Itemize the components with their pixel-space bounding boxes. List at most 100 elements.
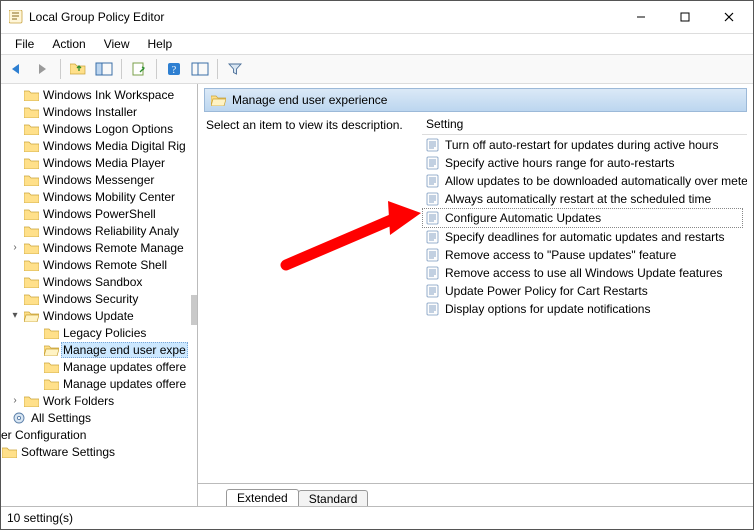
tree-item[interactable]: › Work Folders <box>1 392 197 409</box>
properties-button[interactable] <box>188 57 212 81</box>
tab-extended[interactable]: Extended <box>226 489 299 506</box>
status-text: 10 setting(s) <box>7 511 73 525</box>
tree-item[interactable]: Manage end user expe <box>1 341 197 358</box>
tab-standard[interactable]: Standard <box>298 490 369 506</box>
chevron-right-icon[interactable]: › <box>9 242 21 253</box>
menu-file[interactable]: File <box>7 36 42 52</box>
tree-pane[interactable]: Windows Ink WorkspaceWindows InstallerWi… <box>1 84 198 506</box>
list-item[interactable]: Specify deadlines for automatic updates … <box>422 228 747 246</box>
folder-icon <box>23 207 39 221</box>
tree-item-label: Legacy Policies <box>63 326 146 340</box>
tree-item[interactable]: Windows Logon Options <box>1 120 197 137</box>
menu-help[interactable]: Help <box>140 36 181 52</box>
menubar: File Action View Help <box>1 34 753 54</box>
tree-item-label: Windows Media Player <box>43 156 165 170</box>
tree-item-label: Manage updates offere <box>63 360 186 374</box>
list-item[interactable]: Display options for update notifications <box>422 300 747 318</box>
policy-icon <box>426 156 440 170</box>
description-prompt: Select an item to view its description. <box>206 118 403 132</box>
tree-item[interactable]: Windows Sandbox <box>1 273 197 290</box>
tree-item-label: Windows PowerShell <box>43 207 156 221</box>
app-icon <box>9 10 23 24</box>
tree-item[interactable]: Windows PowerShell <box>1 205 197 222</box>
tree-item[interactable]: › Windows Remote Manage <box>1 239 197 256</box>
forward-button[interactable] <box>31 57 55 81</box>
folder-icon <box>23 275 39 289</box>
tree-item[interactable]: Software Settings <box>1 443 197 460</box>
details-header: Manage end user experience <box>204 88 747 112</box>
tree-item[interactable]: Manage updates offere <box>1 375 197 392</box>
maximize-button[interactable] <box>663 2 707 32</box>
show-hide-tree-button[interactable] <box>92 57 116 81</box>
tree-item[interactable]: Manage updates offere <box>1 358 197 375</box>
tree-item[interactable]: Windows Reliability Analy <box>1 222 197 239</box>
export-button[interactable] <box>127 57 151 81</box>
tree-item-label: Windows Remote Shell <box>43 258 167 272</box>
list-item[interactable]: Configure Automatic Updates <box>422 208 743 228</box>
tree-item[interactable]: Windows Ink Workspace <box>1 86 197 103</box>
back-button[interactable] <box>5 57 29 81</box>
svg-text:?: ? <box>172 65 177 76</box>
window-title: Local Group Policy Editor <box>29 10 164 24</box>
list-item[interactable]: Allow updates to be downloaded automatic… <box>422 172 747 190</box>
list-item[interactable]: Always automatically restart at the sche… <box>422 190 747 208</box>
app-window: Local Group Policy Editor File Action Vi… <box>0 0 754 530</box>
list-item-label: Specify deadlines for automatic updates … <box>445 230 725 244</box>
tree-item[interactable]: Windows Security <box>1 290 197 307</box>
policy-icon <box>426 211 440 225</box>
tree-item-all-settings[interactable]: All Settings <box>1 409 197 426</box>
folder-icon <box>23 309 39 323</box>
policy-icon <box>426 248 440 262</box>
folder-icon <box>23 241 39 255</box>
tree-item[interactable]: Legacy Policies <box>1 324 197 341</box>
column-header-setting[interactable]: Setting <box>422 114 747 135</box>
folder-icon <box>23 190 39 204</box>
list-item[interactable]: Update Power Policy for Cart Restarts <box>422 282 747 300</box>
tree-item-label: Windows Ink Workspace <box>43 88 174 102</box>
up-button[interactable] <box>66 57 90 81</box>
folder-icon <box>43 326 59 340</box>
chevron-down-icon[interactable]: ▾ <box>9 310 21 321</box>
list-item-label: Update Power Policy for Cart Restarts <box>445 284 648 298</box>
tree-item[interactable]: Windows Media Player <box>1 154 197 171</box>
tab-standard-label: Standard <box>309 492 358 506</box>
chevron-right-icon[interactable]: › <box>9 395 21 406</box>
tree-item-label: Windows Update <box>43 309 134 323</box>
minimize-button[interactable] <box>619 2 663 32</box>
list-item[interactable]: Specify active hours range for auto-rest… <box>422 154 747 172</box>
folder-icon <box>23 173 39 187</box>
menu-action[interactable]: Action <box>44 36 93 52</box>
details-pane: Manage end user experience Select an ite… <box>198 84 753 506</box>
list-item[interactable]: Remove access to use all Windows Update … <box>422 264 747 282</box>
tree-item-label: Work Folders <box>43 394 114 408</box>
tree-item[interactable]: er Configuration <box>1 426 197 443</box>
folder-icon <box>23 122 39 136</box>
list-item-label: Always automatically restart at the sche… <box>445 192 711 206</box>
help-button[interactable]: ? <box>162 57 186 81</box>
tree-item-label: Windows Remote Manage <box>43 241 184 255</box>
tree-item-label: Windows Media Digital Rig <box>43 139 186 153</box>
policy-icon <box>426 284 440 298</box>
folder-icon <box>43 360 59 374</box>
tree-item[interactable]: ▾ Windows Update <box>1 307 197 324</box>
list-item[interactable]: Remove access to "Pause updates" feature <box>422 246 747 264</box>
titlebar: Local Group Policy Editor <box>1 1 753 34</box>
filter-button[interactable] <box>223 57 247 81</box>
tree-item[interactable]: Windows Mobility Center <box>1 188 197 205</box>
close-button[interactable] <box>707 2 751 32</box>
policy-icon <box>426 138 440 152</box>
folder-icon <box>43 377 59 391</box>
list-item[interactable]: Turn off auto-restart for updates during… <box>422 136 747 154</box>
tree-item[interactable]: Windows Media Digital Rig <box>1 137 197 154</box>
tree-item[interactable]: Windows Messenger <box>1 171 197 188</box>
tree-item[interactable]: Windows Remote Shell <box>1 256 197 273</box>
folder-icon <box>23 224 39 238</box>
gear-icon <box>11 411 27 425</box>
tree-item-label: er Configuration <box>1 428 86 442</box>
tree-item[interactable]: Windows Installer <box>1 103 197 120</box>
list-item-label: Remove access to "Pause updates" feature <box>445 248 676 262</box>
tree-scrollbar[interactable] <box>191 295 197 325</box>
menu-view[interactable]: View <box>96 36 138 52</box>
folder-icon <box>23 105 39 119</box>
tree-item-label: Windows Messenger <box>43 173 154 187</box>
